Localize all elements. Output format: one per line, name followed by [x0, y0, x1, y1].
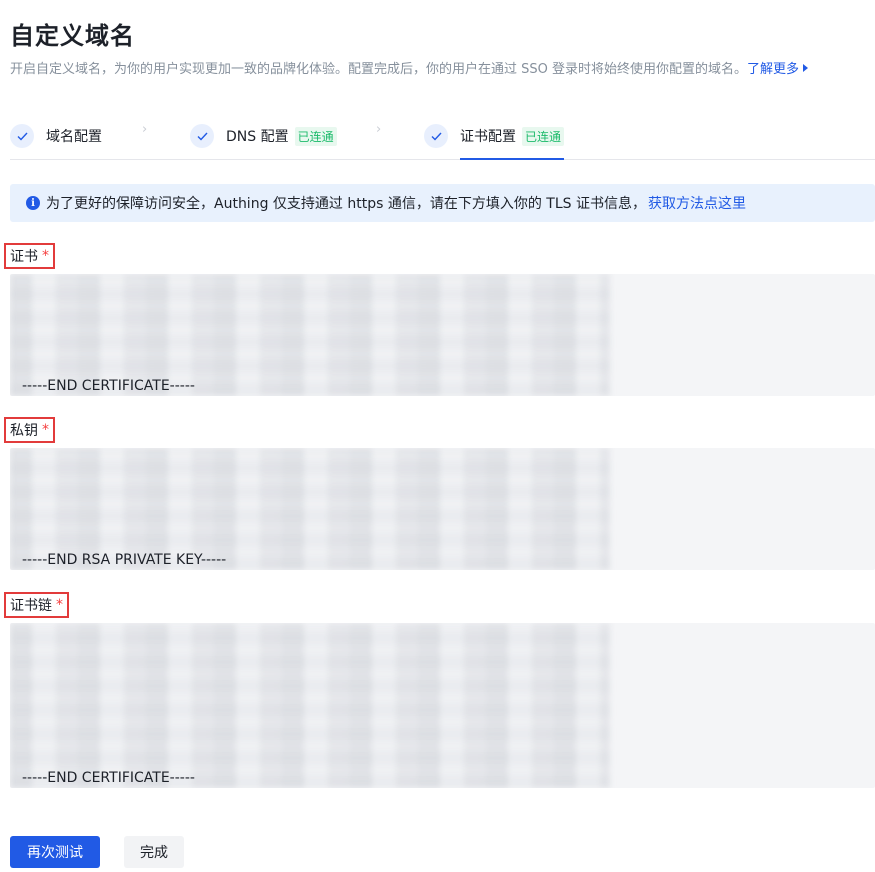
done-button[interactable]: 完成 [124, 836, 184, 868]
private-key-textarea[interactable]: -----END RSA PRIVATE KEY----- [10, 448, 875, 570]
page-title: 自定义域名 [10, 22, 135, 50]
chevron-right-icon: › [376, 122, 382, 137]
step-certificate-config[interactable]: 证书配置 已连通 [424, 118, 565, 160]
private-key-end-line: -----END RSA PRIVATE KEY----- [22, 552, 227, 568]
status-badge: 已连通 [522, 126, 565, 146]
info-alert: i 为了更好的保障访问安全，Authing 仅支持通过 https 通信，请在下… [10, 184, 875, 222]
certificate-chain-textarea[interactable]: -----END CERTIFICATE----- [10, 623, 875, 788]
step-dns-config[interactable]: DNS 配置 已连通 [190, 118, 337, 154]
required-mark: * [42, 248, 49, 264]
description-text: 开启自定义域名，为你的用户实现更加一致的品牌化体验。配置完成后，你的用户在通过 … [10, 62, 748, 77]
private-key-label: 私钥 * [4, 417, 55, 443]
caret-right-icon [803, 64, 809, 72]
check-icon [424, 124, 448, 148]
redacted-content [10, 623, 610, 788]
retest-button[interactable]: 再次测试 [10, 836, 100, 868]
check-icon [190, 124, 214, 148]
label-text: 证书 [10, 249, 38, 265]
certificate-chain-end-line: -----END CERTIFICATE----- [22, 770, 195, 786]
status-badge: 已连通 [294, 126, 337, 146]
step-label: 证书配置 [460, 129, 516, 145]
info-icon: i [26, 196, 40, 210]
alert-link[interactable]: 获取方法点这里 [648, 193, 746, 213]
required-mark: * [42, 422, 49, 438]
step-domain-config[interactable]: 域名配置 [10, 118, 102, 154]
required-mark: * [56, 597, 63, 613]
learn-more-link[interactable]: 了解更多 [747, 62, 799, 77]
label-text: 私钥 [10, 423, 38, 439]
page-description: 开启自定义域名，为你的用户实现更加一致的品牌化体验。配置完成后，你的用户在通过 … [10, 58, 809, 77]
step-label: 域名配置 [46, 129, 102, 145]
check-icon [10, 124, 34, 148]
certificate-end-line: -----END CERTIFICATE----- [22, 378, 195, 394]
certificate-label: 证书 * [4, 243, 55, 269]
alert-text: 为了更好的保障访问安全，Authing 仅支持通过 https 通信，请在下方填… [46, 196, 646, 212]
certificate-textarea[interactable]: -----END CERTIFICATE----- [10, 274, 875, 396]
step-label: DNS 配置 [226, 129, 289, 145]
certificate-chain-label: 证书链 * [4, 592, 69, 618]
steps-bar: 域名配置 › DNS 配置 已连通 › 证书配置 已连通 [10, 112, 875, 160]
chevron-right-icon: › [142, 122, 148, 137]
label-text: 证书链 [10, 598, 52, 614]
